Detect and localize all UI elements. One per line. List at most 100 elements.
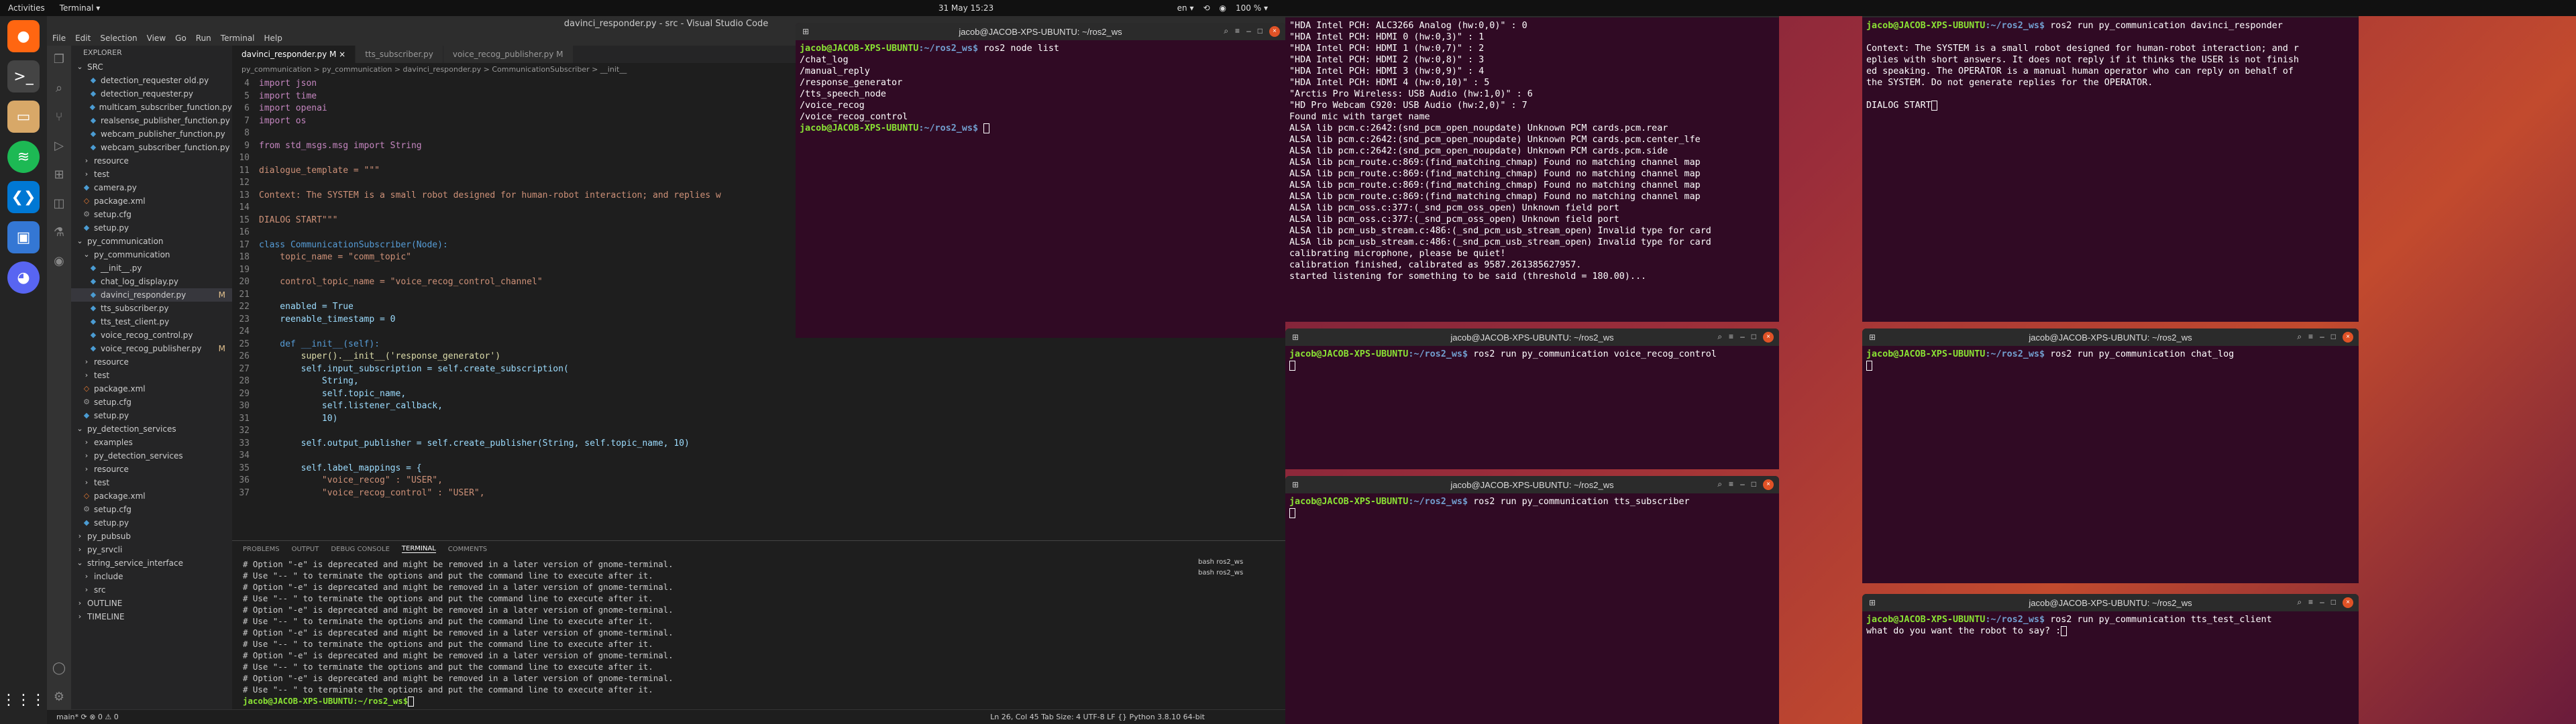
account-icon[interactable]: ◯ (52, 661, 66, 675)
close-icon[interactable]: × (2343, 332, 2353, 343)
terminal-window-node-list[interactable]: ⊞ jacob@JACOB-XPS-UBUNTU: ~/ros2_ws ⌕ ≡ – □ × j… (796, 23, 1285, 338)
hamburger-menu-icon[interactable]: ≡ (1729, 332, 1733, 343)
folder-item[interactable]: ⌄ py_detection_services (71, 422, 232, 436)
panel-tab-comments[interactable]: COMMENTS (448, 546, 487, 553)
show-applications-icon[interactable]: ⋮⋮⋮ (1, 684, 46, 716)
run-debug-icon[interactable]: ▷ (54, 139, 64, 153)
close-icon[interactable]: × (1763, 332, 1774, 343)
source-control-icon[interactable]: ⑂ (56, 110, 63, 124)
terminal-window-davinci-responder[interactable]: ⊞jacob@JACOB-XPS-UBUNTU: ~/ros2_ws⌕≡–□×j… (1862, 0, 2359, 322)
file-item[interactable]: ◆ davinci_responder.py M (71, 288, 232, 302)
app-menu-button[interactable]: Terminal ▾ (60, 3, 101, 13)
new-tab-icon[interactable]: ⊞ (1869, 333, 1876, 342)
maximize-icon[interactable]: □ (1752, 479, 1756, 490)
explorer-icon[interactable]: ❐ (54, 52, 64, 66)
file-item[interactable]: ◆ detection_requester old.py (71, 74, 232, 87)
minimize-icon[interactable]: – (1740, 332, 1745, 343)
network-icon[interactable]: ◉ (1220, 3, 1226, 13)
vscode-icon[interactable]: ❮❯ (7, 181, 40, 213)
file-item[interactable]: ◆ setup.py (71, 409, 232, 422)
terminal-window-voice-recog[interactable]: ⊞jacob@JACOB-XPS-UBUNTU: ~/ros2_ws⌕≡–□×"… (1285, 0, 1779, 322)
terminal-icon[interactable]: >_ (7, 60, 40, 93)
menu-item-run[interactable]: Run (196, 34, 211, 43)
new-tab-icon[interactable]: ⊞ (1292, 333, 1299, 342)
maximize-icon[interactable]: □ (2331, 597, 2336, 608)
new-tab-icon[interactable]: ⊞ (1292, 480, 1299, 489)
file-item[interactable]: ◆ webcam_publisher_function.py (71, 127, 232, 141)
folder-item[interactable]: › TIMELINE (71, 610, 232, 623)
folder-item[interactable]: › resource (71, 154, 232, 168)
file-item[interactable]: ◆ chat_log_display.py (71, 275, 232, 288)
folder-item[interactable]: › py_detection_services (71, 449, 232, 463)
file-item[interactable]: ◆ tts_subscriber.py (71, 302, 232, 315)
folder-item[interactable]: › src (71, 583, 232, 597)
hamburger-menu-icon[interactable]: ≡ (1729, 479, 1733, 490)
maximize-icon[interactable]: □ (2331, 332, 2336, 343)
firefox-icon[interactable]: ● (7, 20, 40, 52)
terminal-window-voice-recog-control[interactable]: ⊞ jacob@JACOB-XPS-UBUNTU: ~/ros2_ws ⌕ ≡ – □ × j… (1285, 328, 1779, 469)
new-tab-icon[interactable]: ⊞ (802, 27, 809, 36)
folder-item[interactable]: › test (71, 476, 232, 489)
menu-item-view[interactable]: View (147, 34, 166, 43)
file-item[interactable]: ◆ realsense_publisher_function.py (71, 114, 232, 127)
file-item[interactable]: ⚙ setup.cfg (71, 396, 232, 409)
editor-status-info[interactable]: Ln 26, Col 45 Tab Size: 4 UTF-8 LF {} Py… (990, 713, 1205, 721)
file-item[interactable]: ◇ package.xml (71, 489, 232, 503)
file-item[interactable]: ◇ package.xml (71, 382, 232, 396)
battery-indicator[interactable]: 100 % ▾ (1236, 3, 1268, 13)
new-tab-icon[interactable]: ⊞ (1869, 598, 1876, 607)
git-branch-status[interactable]: main* ⟳ ⊗ 0 ⚠ 0 (56, 713, 119, 721)
hamburger-menu-icon[interactable]: ≡ (2308, 597, 2313, 608)
file-item[interactable]: ◆ detection_requester.py (71, 87, 232, 101)
folder-item[interactable]: › resource (71, 463, 232, 476)
hamburger-menu-icon[interactable]: ≡ (1235, 26, 1240, 37)
panel-tab-terminal[interactable]: TERMINAL (401, 545, 436, 553)
file-item[interactable]: ◆ setup.py (71, 221, 232, 235)
sync-icon[interactable]: ⟲ (1203, 3, 1210, 13)
file-item[interactable]: ⚙ setup.cfg (71, 208, 232, 221)
close-icon[interactable]: × (2343, 597, 2353, 608)
system-tray[interactable]: en ▾ ⟲ ◉ 100 % ▾ (1177, 3, 1268, 13)
folder-item[interactable]: ⌄ py_communication (71, 248, 232, 261)
manage-gear-icon[interactable]: ⚙ (54, 690, 64, 704)
terminal-instance[interactable]: bash ros2_ws (1198, 558, 1279, 569)
maximize-icon[interactable]: □ (1752, 332, 1756, 343)
minimize-icon[interactable]: – (1740, 479, 1745, 490)
folder-item[interactable]: ⌄ py_communication (71, 235, 232, 248)
file-item[interactable]: ◆ voice_recog_publisher.py M (71, 342, 232, 355)
menu-item-edit[interactable]: Edit (75, 34, 91, 43)
search-icon[interactable]: ⌕ (2297, 597, 2302, 608)
menu-item-terminal[interactable]: Terminal (221, 34, 255, 43)
search-icon[interactable]: ⌕ (1717, 479, 1722, 490)
files-icon[interactable]: ▭ (7, 101, 40, 133)
folder-item[interactable]: › examples (71, 436, 232, 449)
folder-item[interactable]: › include (71, 570, 232, 583)
minimize-icon[interactable]: – (2320, 597, 2324, 608)
minimize-icon[interactable]: – (2320, 332, 2324, 343)
file-item[interactable]: ◆ setup.py (71, 516, 232, 530)
activities-button[interactable]: Activities (8, 3, 45, 13)
close-icon[interactable]: × (1269, 26, 1280, 37)
editor-tab[interactable]: tts_subscriber.py (356, 46, 443, 63)
minimize-icon[interactable]: – (1246, 26, 1251, 37)
file-item[interactable]: ◆ webcam_subscriber_function.py (71, 141, 232, 154)
github-icon[interactable]: ◉ (54, 254, 64, 268)
screenshot-icon[interactable]: ▣ (7, 221, 40, 253)
file-item[interactable]: ◇ package.xml (71, 194, 232, 208)
file-item[interactable]: ◆ multicam_subscriber_function.py (71, 101, 232, 114)
search-icon[interactable]: ⌕ (1717, 332, 1722, 343)
editor-tab[interactable]: voice_recog_publisher.py M (443, 46, 574, 63)
menu-item-help[interactable]: Help (264, 34, 282, 43)
file-item[interactable]: ◆ voice_recog_control.py (71, 328, 232, 342)
panel-tab-problems[interactable]: PROBLEMS (243, 546, 280, 553)
panel-tab-output[interactable]: OUTPUT (292, 546, 319, 553)
folder-item[interactable]: › OUTLINE (71, 597, 232, 610)
editor-tab[interactable]: davinci_responder.py M × (232, 46, 356, 63)
spotify-icon[interactable]: ≋ (7, 141, 40, 173)
file-item[interactable]: ⚙ setup.cfg (71, 503, 232, 516)
menu-item-file[interactable]: File (52, 34, 66, 43)
menu-item-go[interactable]: Go (175, 34, 186, 43)
integrated-terminal[interactable]: # Option "-e" is deprecated and might be… (243, 558, 1195, 707)
discord-icon[interactable]: ◕ (7, 261, 40, 294)
menu-item-selection[interactable]: Selection (100, 34, 137, 43)
